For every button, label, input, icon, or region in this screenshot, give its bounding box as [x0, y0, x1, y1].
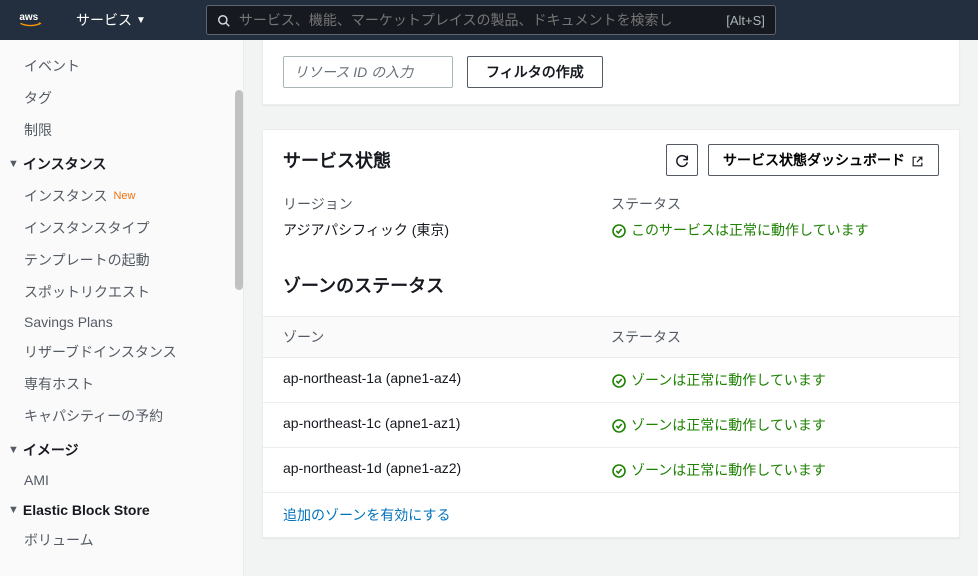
sidebar-item-label: タグ [24, 88, 52, 108]
external-link-icon [911, 152, 924, 168]
zone-row: ap-northeast-1c (apne1-az1) ゾーンは正常に動作してい… [263, 403, 959, 448]
sidebar-section-label: Elastic Block Store [23, 502, 150, 518]
enable-additional-zones-link[interactable]: 追加のゾーンを有効にする [283, 507, 450, 523]
sidebar-section-ebs[interactable]: ▼ Elastic Block Store [0, 494, 243, 524]
sidebar-item-capacity-reservations[interactable]: キャパシティーの予約 [0, 400, 243, 432]
status-label: ステータス [611, 194, 939, 214]
sidebar-item-events[interactable]: イベント [0, 50, 243, 82]
status-text: このサービスは正常に動作しています [631, 220, 869, 240]
chevron-down-icon: ▼ [136, 15, 146, 26]
content-area: リソース ID の入力 フィルタの作成 サービス状態 サービス状態ダッシュボード [244, 40, 978, 576]
caret-down-icon: ▼ [8, 444, 19, 456]
sidebar-item-label: インスタンスタイプ [24, 218, 149, 238]
sidebar-item-label: テンプレートの起動 [24, 250, 150, 270]
sidebar-section-instances[interactable]: ▼ インスタンス [0, 146, 243, 180]
zone-status-title: ゾーンのステータス [263, 258, 959, 316]
search-icon [217, 12, 231, 28]
service-status-ok: このサービスは正常に動作しています [611, 220, 939, 240]
zone-status-ok: ゾーンは正常に動作しています [611, 370, 939, 390]
zone-name: ap-northeast-1a (apne1-az4) [283, 370, 611, 390]
svg-text:aws: aws [19, 12, 38, 23]
sidebar-item-label: ボリューム [24, 530, 94, 550]
refresh-icon [674, 151, 690, 168]
zone-name: ap-northeast-1c (apne1-az1) [283, 415, 611, 435]
aws-logo[interactable]: aws [16, 10, 56, 30]
services-label: サービス [76, 10, 132, 30]
sidebar-item-limits[interactable]: 制限 [0, 114, 243, 146]
caret-down-icon: ▼ [8, 504, 19, 516]
service-health-dashboard-button[interactable]: サービス状態ダッシュボード [708, 144, 939, 176]
sidebar-item-label: キャパシティーの予約 [24, 406, 163, 426]
zone-column-header: ゾーン [283, 327, 611, 347]
search-input[interactable] [239, 12, 718, 28]
search-wrap[interactable]: [Alt+S] [206, 5, 776, 35]
services-menu[interactable]: サービス ▼ [76, 10, 146, 30]
zone-status-ok: ゾーンは正常に動作しています [611, 460, 939, 480]
zone-status-text: ゾーンは正常に動作しています [631, 370, 826, 390]
zone-status-text: ゾーンは正常に動作しています [631, 460, 826, 480]
resource-id-input[interactable]: リソース ID の入力 [283, 56, 453, 88]
zone-name: ap-northeast-1d (apne1-az2) [283, 460, 611, 480]
sidebar: イベント タグ 制限 ▼ インスタンス インスタンス New インスタンスタイプ… [0, 40, 244, 576]
zone-footer: 追加のゾーンを有効にする [263, 493, 959, 537]
sidebar-section-images[interactable]: ▼ イメージ [0, 432, 243, 466]
zone-status-ok: ゾーンは正常に動作しています [611, 415, 939, 435]
sidebar-item-label: スポットリクエスト [24, 282, 150, 302]
sidebar-item-dedicated-hosts[interactable]: 専有ホスト [0, 368, 243, 400]
zone-status-text: ゾーンは正常に動作しています [631, 415, 826, 435]
sidebar-item-label: イベント [24, 56, 80, 76]
dashboard-label: サービス状態ダッシュボード [723, 150, 905, 170]
status-column-header: ステータス [611, 327, 939, 347]
sidebar-item-label: Savings Plans [24, 314, 113, 330]
sidebar-item-ami[interactable]: AMI [0, 466, 243, 494]
sidebar-item-launch-templates[interactable]: テンプレートの起動 [0, 244, 243, 276]
sidebar-section-label: インスタンス [23, 154, 106, 174]
refresh-button[interactable] [666, 144, 698, 176]
sidebar-item-reserved-instances[interactable]: リザーブドインスタンス [0, 336, 243, 368]
service-health-panel: サービス状態 サービス状態ダッシュボード リージョン アジアパシフィック (東京… [262, 129, 960, 538]
sidebar-item-label: AMI [24, 472, 49, 488]
filter-panel: リソース ID の入力 フィルタの作成 [262, 40, 960, 105]
scrollbar-thumb[interactable] [235, 90, 243, 290]
check-circle-icon [611, 461, 627, 478]
topbar: aws サービス ▼ [Alt+S] [0, 0, 978, 40]
sidebar-item-label: 専有ホスト [24, 374, 94, 394]
check-circle-icon [611, 416, 627, 433]
sidebar-item-label: 制限 [24, 120, 52, 140]
sidebar-item-tags[interactable]: タグ [0, 82, 243, 114]
region-value: アジアパシフィック (東京) [283, 220, 611, 240]
input-placeholder: リソース ID の入力 [294, 62, 413, 82]
sidebar-section-label: イメージ [23, 440, 79, 460]
create-filter-button[interactable]: フィルタの作成 [467, 56, 603, 88]
sidebar-item-volumes[interactable]: ボリューム [0, 524, 243, 556]
sidebar-item-instances[interactable]: インスタンス New [0, 180, 243, 212]
zone-row: ap-northeast-1d (apne1-az2) ゾーンは正常に動作してい… [263, 448, 959, 493]
zone-row: ap-northeast-1a (apne1-az4) ゾーンは正常に動作してい… [263, 358, 959, 403]
sidebar-item-spot-requests[interactable]: スポットリクエスト [0, 276, 243, 308]
caret-down-icon: ▼ [8, 158, 19, 170]
check-circle-icon [611, 221, 627, 238]
sidebar-item-label: リザーブドインスタンス [24, 342, 177, 362]
service-health-title: サービス状態 [283, 147, 666, 173]
new-badge: New [113, 190, 135, 202]
sidebar-item-label: インスタンス [24, 186, 107, 206]
region-label: リージョン [283, 194, 611, 214]
sidebar-item-instance-types[interactable]: インスタンスタイプ [0, 212, 243, 244]
sidebar-item-savings-plans[interactable]: Savings Plans [0, 308, 243, 336]
search-hint: [Alt+S] [726, 13, 765, 28]
check-circle-icon [611, 371, 627, 388]
zone-table-header: ゾーン ステータス [263, 316, 959, 358]
